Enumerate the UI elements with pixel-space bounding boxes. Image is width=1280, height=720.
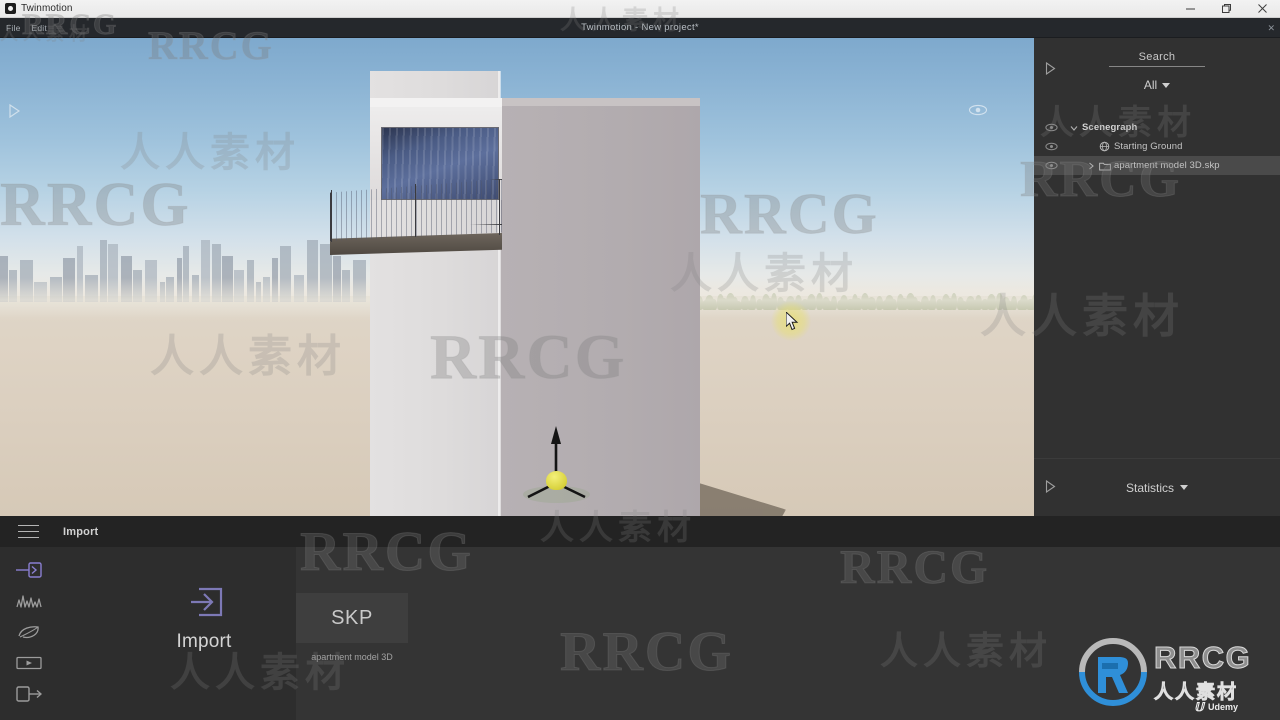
chevron-down-icon xyxy=(1180,485,1188,490)
export-arrow-icon[interactable] xyxy=(12,685,46,703)
tree-label-apartment-model: apartment model 3D.skp xyxy=(1114,160,1220,171)
terrain-wave-icon[interactable] xyxy=(12,592,46,610)
chevron-down-icon xyxy=(1162,82,1171,88)
document-title: Twinmotion - New project* xyxy=(581,22,699,33)
filter-dropdown[interactable]: All xyxy=(1143,78,1171,92)
statistics-label: Statistics xyxy=(1125,480,1174,495)
import-arrow-icon[interactable] xyxy=(12,561,46,579)
menu-item-edit[interactable]: Edit xyxy=(32,23,47,33)
gizmo-axes xyxy=(527,426,586,499)
eye-visibility-icon[interactable] xyxy=(968,102,988,118)
dock-category-rail xyxy=(0,547,58,720)
search-input[interactable]: Search xyxy=(1109,51,1205,67)
panel-expand-arrow-icon[interactable] xyxy=(1045,479,1056,498)
app-title-bar: File Edit Twinmotion - New project* ✕ xyxy=(0,18,1280,38)
rrcg-wordmark: RRCG xyxy=(1153,640,1252,676)
3d-viewport[interactable] xyxy=(0,38,1034,516)
tree-row-apartment-model[interactable]: apartment model 3D.skp xyxy=(1034,156,1280,175)
udemy-badge: 𝕌 Udemy xyxy=(1194,700,1238,714)
tree-row-scenegraph[interactable]: Scenegraph xyxy=(1034,118,1280,137)
udemy-label: Udemy xyxy=(1207,702,1238,712)
asset-name-label: apartment model 3D xyxy=(311,652,393,662)
minimize-icon[interactable] xyxy=(1172,0,1208,18)
eye-visibility-icon[interactable] xyxy=(1045,123,1065,132)
menu-item-file[interactable]: File xyxy=(6,23,21,33)
building-roof-cap xyxy=(500,98,700,106)
window-controls xyxy=(1172,0,1280,18)
railing-post xyxy=(331,190,333,242)
asset-format-badge: SKP xyxy=(296,593,408,643)
restore-icon[interactable] xyxy=(1208,0,1244,18)
eye-visibility-icon[interactable] xyxy=(1045,161,1065,170)
import-button[interactable]: Import xyxy=(130,579,278,653)
statistics-section[interactable]: Statistics xyxy=(1034,458,1280,516)
statistics-dropdown[interactable]: Statistics xyxy=(1126,481,1188,495)
scenegraph-tree[interactable]: Scenegraph Starting Ground apartment mod… xyxy=(1034,116,1280,458)
asset-card[interactable]: SKP apartment model 3D xyxy=(296,593,408,662)
tree-label-scenegraph: Scenegraph xyxy=(1082,122,1138,133)
close-project-icon[interactable]: ✕ xyxy=(1267,23,1275,34)
rrcg-branding: RRCG 人人素材 𝕌 Udemy xyxy=(1078,634,1278,716)
railing-post xyxy=(415,184,417,237)
hamburger-menu-icon[interactable] xyxy=(18,525,39,538)
globe-icon xyxy=(1099,141,1114,152)
rrcg-logo-icon xyxy=(1079,638,1147,707)
udemy-icon: 𝕌 xyxy=(1194,700,1204,714)
os-title-bar: Twinmotion xyxy=(0,0,1280,18)
railing-post xyxy=(499,179,501,235)
twinmotion-app-icon xyxy=(5,3,16,14)
close-icon[interactable] xyxy=(1244,0,1280,18)
gizmo-center-handle[interactable] xyxy=(546,471,567,490)
os-app-title: Twinmotion xyxy=(21,3,73,14)
chevron-down-icon[interactable] xyxy=(1065,124,1082,132)
filter-label: All xyxy=(1143,78,1158,92)
transform-gizmo[interactable] xyxy=(519,423,595,516)
import-arrow-icon xyxy=(181,579,227,625)
balcony-roof xyxy=(370,98,502,107)
dock-title: Import xyxy=(63,525,99,538)
import-button-label: Import xyxy=(176,631,232,652)
scenegraph-header: Search All xyxy=(1034,38,1280,116)
twinmotion-window: Twinmotion File Edit Twinmotion - New pr… xyxy=(0,0,1280,720)
media-video-icon[interactable] xyxy=(12,654,46,672)
leaf-icon[interactable] xyxy=(12,623,46,641)
mouse-pointer-icon xyxy=(786,312,799,331)
scenegraph-panel: Search All Scenegraph Starting Ground ap… xyxy=(1034,38,1280,516)
panel-collapse-arrow-icon[interactable] xyxy=(1045,61,1056,80)
menu-bar: File Edit xyxy=(0,23,47,33)
folder-icon xyxy=(1099,161,1114,171)
tree-row-starting-ground[interactable]: Starting Ground xyxy=(1034,137,1280,156)
chevron-right-icon[interactable] xyxy=(1082,162,1099,170)
tree-label-starting-ground: Starting Ground xyxy=(1114,141,1183,152)
panel-expand-arrow-icon[interactable] xyxy=(8,103,21,119)
eye-visibility-icon[interactable] xyxy=(1045,142,1065,151)
dock-header: Import xyxy=(0,516,1280,547)
rrcg-logo-text: RRCG 人人素材 xyxy=(1153,640,1252,704)
